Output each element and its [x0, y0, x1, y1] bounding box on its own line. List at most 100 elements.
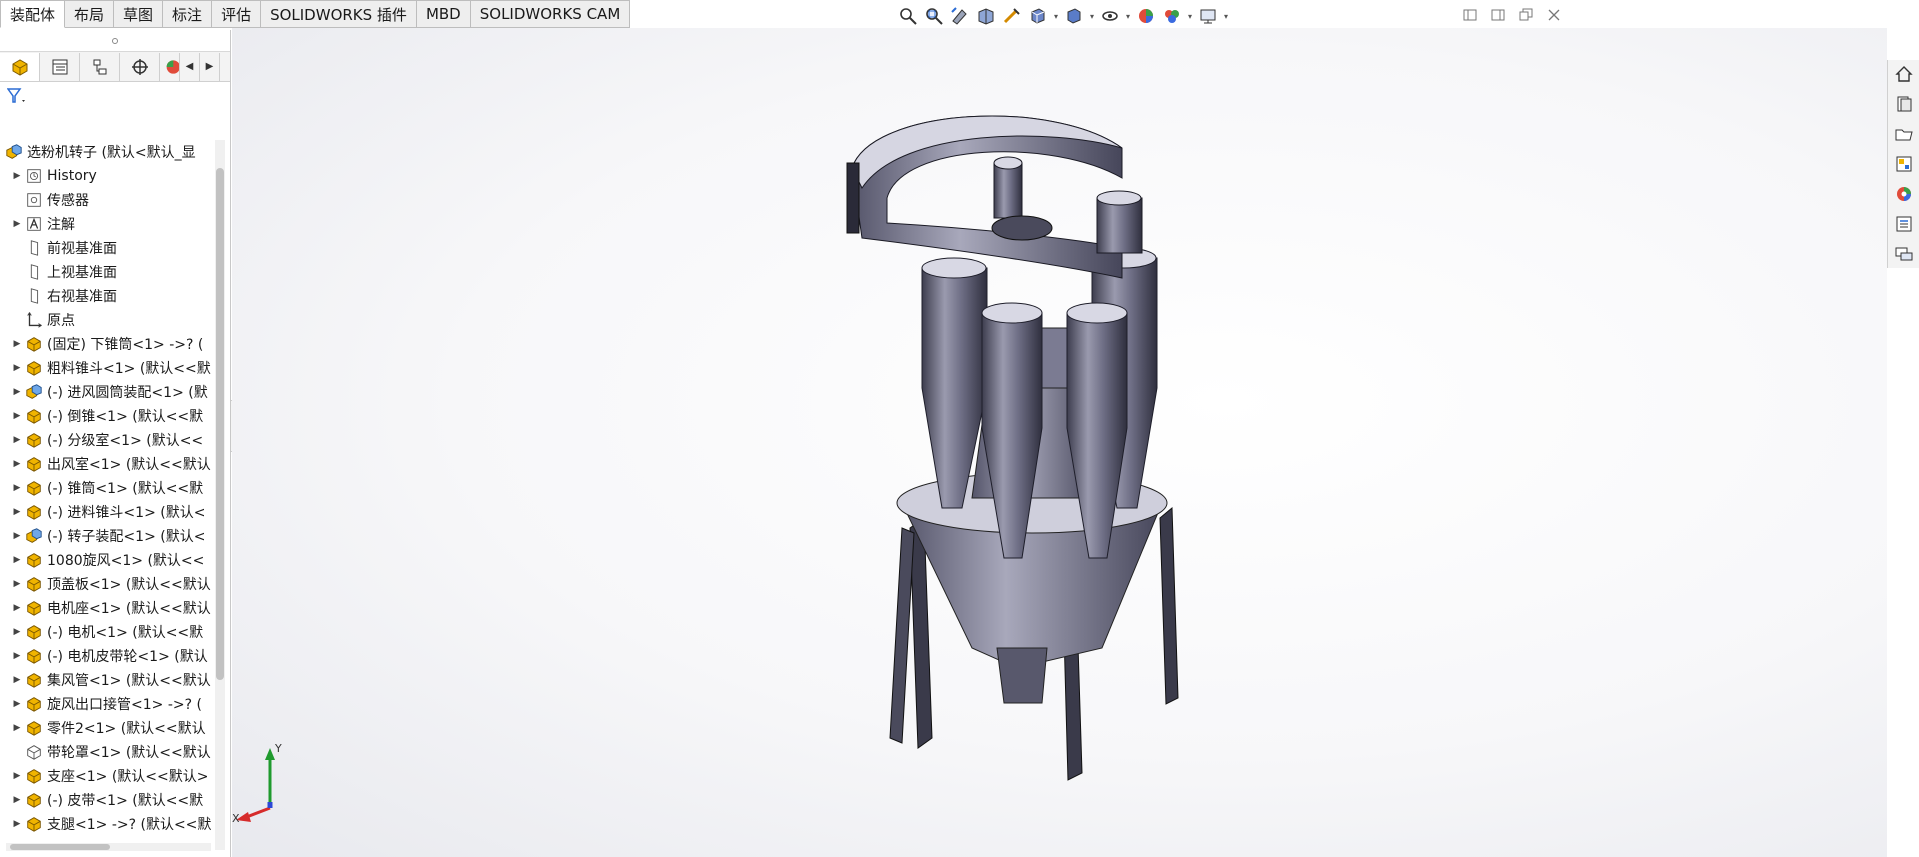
appearances-scenes-icon[interactable]	[1888, 180, 1919, 208]
expand-arrow-icon[interactable]: ▶	[10, 548, 24, 572]
property-manager-tab[interactable]	[40, 52, 80, 81]
expand-arrow-icon[interactable]: ▶	[10, 692, 24, 716]
tree-item[interactable]: ▶ 零件2<1> (默认<<默认	[0, 716, 215, 740]
tree-item[interactable]: ▶ (-) 分级室<1> (默认<<	[0, 428, 215, 452]
tree-item[interactable]: ▶ (-) 锥筒<1> (默认<<默	[0, 476, 215, 500]
display-style-dropdown[interactable]: ▾	[1087, 4, 1097, 28]
tree-item[interactable]: ▶ (固定) 下锥筒<1> ->? (	[0, 332, 215, 356]
tab-markup[interactable]: 标注	[163, 0, 213, 28]
tree-item[interactable]: ▶ 注解	[0, 212, 215, 236]
edit-appearance-icon[interactable]	[1133, 4, 1159, 28]
tree-hscroll-thumb[interactable]	[10, 844, 110, 850]
expand-arrow-icon[interactable]: ▶	[10, 644, 24, 668]
tree-item[interactable]: ▶ 出风室<1> (默认<<默认	[0, 452, 215, 476]
display-style-icon[interactable]	[1061, 4, 1087, 28]
expand-arrow-icon[interactable]: ▶	[10, 332, 24, 356]
tree-item[interactable]: 上视基准面	[0, 260, 215, 284]
view-settings-icon[interactable]	[1195, 4, 1221, 28]
tab-solidworks-addins[interactable]: SOLIDWORKS 插件	[261, 0, 417, 28]
tree-item[interactable]: 原点	[0, 308, 215, 332]
expand-arrow-icon[interactable]: ▶	[10, 620, 24, 644]
tab-solidworks-cam[interactable]: SOLIDWORKS CAM	[470, 0, 631, 28]
tree-item[interactable]: ▶ 电机座<1> (默认<<默认	[0, 596, 215, 620]
separator-assembly-model[interactable]	[792, 88, 1222, 788]
expand-arrow-icon[interactable]: ▶	[10, 428, 24, 452]
tree-item[interactable]: ▶ (-) 皮带<1> (默认<<默	[0, 788, 215, 812]
tree-item[interactable]: ▶ (-) 进料锥斗<1> (默认<	[0, 500, 215, 524]
close-window-icon[interactable]	[1544, 5, 1564, 25]
expand-arrow-icon[interactable]: ▶	[10, 404, 24, 428]
file-explorer-icon[interactable]	[1888, 120, 1919, 148]
tree-root-assembly[interactable]: 选粉机转子 (默认<默认_显	[0, 140, 215, 164]
view-palette-icon[interactable]	[1888, 150, 1919, 178]
tree-item[interactable]: ▶ (-) 进风圆筒装配<1> (默	[0, 380, 215, 404]
dynamic-annotation-icon[interactable]	[999, 4, 1025, 28]
tree-item[interactable]: ▶ (-) 粗料出料管<1> (默认	[0, 836, 215, 840]
tree-filter[interactable]	[0, 82, 230, 110]
tree-item[interactable]: ▶ 集风管<1> (默认<<默认	[0, 668, 215, 692]
tile-left-icon[interactable]	[1460, 5, 1480, 25]
expand-arrow-icon[interactable]: ▶	[10, 716, 24, 740]
section-view-icon[interactable]	[973, 4, 999, 28]
tree-item[interactable]: ▶ 1080旋风<1> (默认<<	[0, 548, 215, 572]
expand-arrow-icon[interactable]: ▶	[10, 356, 24, 380]
hide-show-dropdown[interactable]: ▾	[1123, 4, 1133, 28]
tab-mbd[interactable]: MBD	[416, 0, 471, 28]
tree-horizontal-scrollbar[interactable]	[6, 843, 211, 851]
feature-manager-tab[interactable]	[0, 52, 40, 81]
graphics-area[interactable]: Y X	[232, 28, 1887, 857]
expand-arrow-icon[interactable]: ▶	[10, 164, 24, 188]
tree-item[interactable]: ▶ 旋风出口接管<1> ->? (	[0, 692, 215, 716]
tree-vertical-scrollbar[interactable]	[215, 140, 225, 850]
design-library-icon[interactable]	[1888, 90, 1919, 118]
tab-layout[interactable]: 布局	[65, 0, 115, 28]
tree-scroll-thumb[interactable]	[216, 168, 224, 680]
apply-scene-icon[interactable]	[1159, 4, 1185, 28]
expand-arrow-icon[interactable]: ▶	[10, 572, 24, 596]
filter-icon[interactable]	[7, 87, 29, 105]
custom-properties-icon[interactable]	[1888, 210, 1919, 238]
expand-arrow-icon[interactable]: ▶	[10, 668, 24, 692]
tab-assembly[interactable]: 装配体	[0, 0, 66, 28]
tree-item[interactable]: 前视基准面	[0, 236, 215, 260]
tree-item[interactable]: ▶ History	[0, 164, 215, 188]
expand-arrow-icon[interactable]: ▶	[10, 596, 24, 620]
tree-item[interactable]: ▶ 顶盖板<1> (默认<<默认	[0, 572, 215, 596]
expand-arrow-icon[interactable]: ▶	[10, 380, 24, 404]
tabs-scroll-right[interactable]: ▶	[200, 52, 220, 81]
tree-item[interactable]: ▶ 支腿<1> ->? (默认<<默	[0, 812, 215, 836]
tree-item[interactable]: ▶ (-) 电机皮带轮<1> (默认	[0, 644, 215, 668]
view-settings-dropdown[interactable]: ▾	[1221, 4, 1231, 28]
expand-arrow-icon[interactable]: ▶	[10, 812, 24, 836]
tree-item[interactable]: 带轮罩<1> (默认<<默认	[0, 740, 215, 764]
apply-scene-dropdown[interactable]: ▾	[1185, 4, 1195, 28]
tree-item[interactable]: ▶ 粗料锥斗<1> (默认<<默	[0, 356, 215, 380]
tabs-scroll-left[interactable]: ◀	[180, 52, 200, 81]
dimxpert-manager-tab[interactable]	[120, 52, 160, 81]
restore-window-icon[interactable]	[1516, 5, 1536, 25]
zoom-to-area-icon[interactable]	[921, 4, 947, 28]
tile-right-icon[interactable]	[1488, 5, 1508, 25]
tree-item[interactable]: 传感器	[0, 188, 215, 212]
hide-show-items-icon[interactable]	[1097, 4, 1123, 28]
tab-sketch[interactable]: 草图	[114, 0, 164, 28]
previous-view-icon[interactable]	[947, 4, 973, 28]
expand-arrow-icon[interactable]: ▶	[10, 524, 24, 548]
expand-arrow-icon[interactable]: ▶	[10, 476, 24, 500]
tree-item[interactable]: ▶ 支座<1> (默认<<默认>	[0, 764, 215, 788]
tree-item[interactable]: ▶ (-) 转子装配<1> (默认<	[0, 524, 215, 548]
tab-evaluate[interactable]: 评估	[212, 0, 262, 28]
expand-arrow-icon[interactable]: ▶	[10, 764, 24, 788]
panel-collapse-handle[interactable]	[0, 30, 230, 52]
expand-arrow-icon[interactable]: ▶	[10, 836, 24, 840]
tree-item[interactable]: ▶ (-) 电机<1> (默认<<默	[0, 620, 215, 644]
tree-item[interactable]: 右视基准面	[0, 284, 215, 308]
expand-arrow-icon[interactable]: ▶	[10, 500, 24, 524]
tree-item[interactable]: ▶ (-) 倒锥<1> (默认<<默	[0, 404, 215, 428]
expand-arrow-icon[interactable]: ▶	[10, 452, 24, 476]
configuration-manager-tab[interactable]	[80, 52, 120, 81]
display-manager-tab[interactable]	[160, 52, 180, 81]
zoom-to-fit-icon[interactable]	[895, 4, 921, 28]
view-orientation-dropdown[interactable]: ▾	[1051, 4, 1061, 28]
expand-arrow-icon[interactable]: ▶	[10, 212, 24, 236]
